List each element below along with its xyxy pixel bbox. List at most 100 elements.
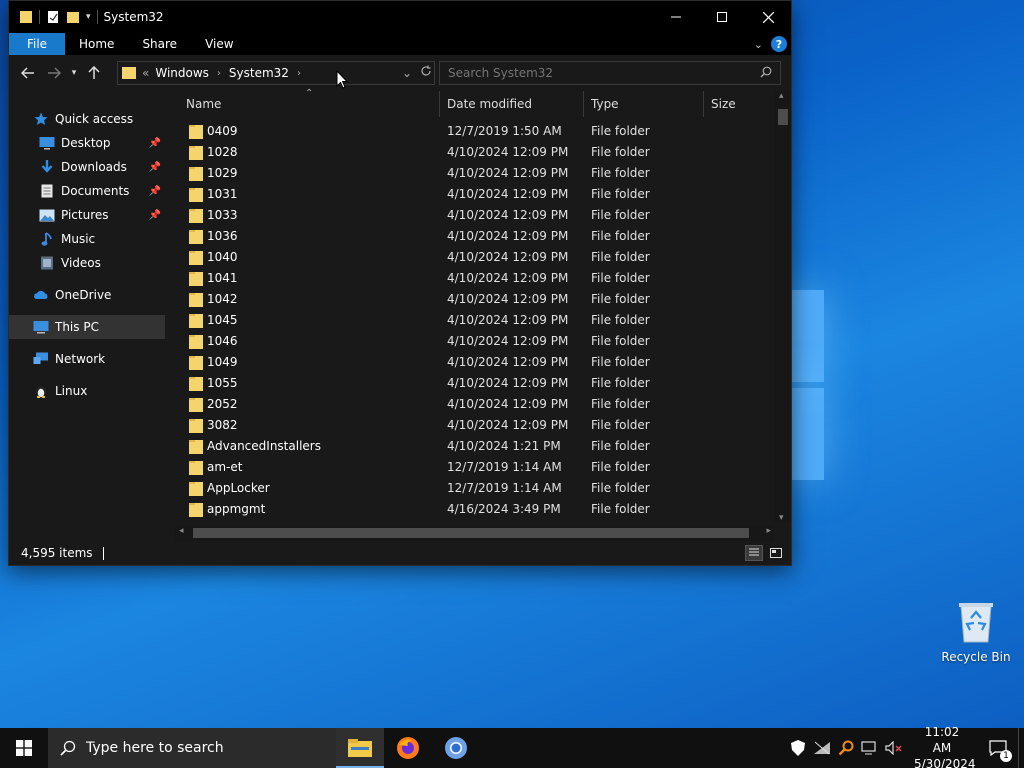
horizontal-scroll-thumb[interactable] bbox=[193, 528, 749, 538]
column-header-date[interactable]: Date modified bbox=[447, 97, 532, 111]
sidebar-item-desktop[interactable]: Desktop 📌 bbox=[9, 131, 165, 155]
search-box[interactable] bbox=[439, 61, 781, 85]
column-header-size[interactable]: Size bbox=[711, 97, 736, 111]
address-history-chevron-icon[interactable]: ⌄ bbox=[402, 66, 412, 80]
table-row[interactable]: 1040 4/10/2024 12:09 PM File folder bbox=[175, 247, 775, 268]
volume-tray-button[interactable] bbox=[882, 728, 906, 768]
table-row[interactable]: 3082 4/10/2024 12:09 PM File folder bbox=[175, 415, 775, 436]
column-header-name[interactable]: Name bbox=[186, 97, 221, 111]
address-bar[interactable]: « Windows › System32 › ⌄ bbox=[117, 61, 435, 85]
pin-icon[interactable]: 📌 bbox=[149, 138, 161, 149]
recent-locations-button[interactable]: ▾ bbox=[67, 60, 81, 86]
recycle-bin[interactable]: Recycle Bin bbox=[940, 600, 1012, 664]
table-row[interactable]: 0409 12/7/2019 1:50 AM File folder bbox=[175, 121, 775, 142]
chevron-right-icon[interactable]: › bbox=[217, 68, 221, 79]
large-icons-view-button[interactable] bbox=[767, 545, 785, 561]
chevron-right-icon[interactable]: › bbox=[297, 68, 301, 79]
start-button[interactable] bbox=[0, 728, 48, 768]
file-name: 1033 bbox=[207, 208, 238, 222]
new-folder-icon[interactable] bbox=[66, 10, 80, 24]
breadcrumb-windows[interactable]: Windows bbox=[155, 66, 209, 80]
sidebar-item-documents[interactable]: Documents 📌 bbox=[9, 179, 165, 203]
network-icon bbox=[33, 351, 49, 367]
minimize-button[interactable] bbox=[653, 1, 699, 33]
sidebar-item-this-pc[interactable]: This PC bbox=[9, 315, 165, 339]
close-button[interactable] bbox=[745, 1, 791, 33]
up-button[interactable] bbox=[81, 60, 107, 86]
pin-icon[interactable]: 📌 bbox=[149, 186, 161, 197]
quick-access-toolbar: ▾ bbox=[9, 10, 98, 24]
sidebar-item-quick-access[interactable]: Quick access bbox=[9, 107, 165, 131]
taskbar-chromium[interactable] bbox=[432, 728, 480, 768]
sidebar-item-downloads[interactable]: Downloads 📌 bbox=[9, 155, 165, 179]
vertical-scroll-thumb[interactable] bbox=[778, 109, 788, 125]
folder-icon bbox=[189, 272, 203, 286]
table-row[interactable]: AdvancedInstallers 4/10/2024 1:21 PM File … bbox=[175, 436, 775, 457]
action-center-button[interactable]: 1 bbox=[978, 728, 1018, 768]
table-row[interactable]: am-et 12/7/2019 1:14 AM File folder bbox=[175, 457, 775, 478]
table-row[interactable]: 2052 4/10/2024 12:09 PM File folder bbox=[175, 394, 775, 415]
refresh-icon[interactable] bbox=[420, 65, 432, 80]
scroll-down-icon[interactable]: ▾ bbox=[779, 513, 784, 523]
display-tray-button[interactable] bbox=[858, 728, 882, 768]
table-row[interactable]: 1046 4/10/2024 12:09 PM File folder bbox=[175, 331, 775, 352]
tab-file[interactable]: File bbox=[9, 33, 65, 55]
tab-view[interactable]: View bbox=[191, 37, 247, 51]
table-row[interactable]: 1045 4/10/2024 12:09 PM File folder bbox=[175, 310, 775, 331]
clock[interactable]: 11:02 AM 5/30/2024 bbox=[906, 724, 978, 768]
file-type: File folder bbox=[591, 334, 650, 348]
details-view-button[interactable] bbox=[745, 545, 763, 561]
large-icons-view-icon bbox=[770, 548, 782, 558]
taskbar-file-explorer[interactable] bbox=[336, 728, 384, 768]
sidebar-item-videos[interactable]: Videos bbox=[9, 251, 165, 275]
expand-ribbon-chevron-icon[interactable]: ⌄ bbox=[754, 38, 763, 51]
sidebar-item-pictures[interactable]: Pictures 📌 bbox=[9, 203, 165, 227]
sidebar-item-linux[interactable]: Linux bbox=[9, 379, 165, 403]
file-name: 1045 bbox=[207, 313, 238, 327]
table-row[interactable]: 1055 4/10/2024 12:09 PM File folder bbox=[175, 373, 775, 394]
tab-share[interactable]: Share bbox=[128, 37, 191, 51]
customize-toolbar-chevron-icon[interactable]: ▾ bbox=[86, 12, 91, 22]
properties-icon[interactable] bbox=[46, 10, 60, 24]
scroll-left-icon[interactable]: ◂ bbox=[179, 526, 184, 536]
table-row[interactable]: 1028 4/10/2024 12:09 PM File folder bbox=[175, 142, 775, 163]
table-row[interactable]: 1029 4/10/2024 12:09 PM File folder bbox=[175, 163, 775, 184]
table-row[interactable]: 1042 4/10/2024 12:09 PM File folder bbox=[175, 289, 775, 310]
sidebar-item-music[interactable]: Music bbox=[9, 227, 165, 251]
table-row[interactable]: AppLocker 12/7/2019 1:14 AM File folder bbox=[175, 478, 775, 499]
breadcrumb-system32[interactable]: System32 bbox=[229, 66, 289, 80]
file-date-modified: 4/10/2024 1:21 PM bbox=[447, 439, 561, 453]
table-row[interactable]: 1033 4/10/2024 12:09 PM File folder bbox=[175, 205, 775, 226]
sidebar-item-onedrive[interactable]: OneDrive bbox=[9, 283, 165, 307]
vertical-scrollbar[interactable]: ▴ ▾ bbox=[775, 91, 791, 523]
table-row[interactable]: 1049 4/10/2024 12:09 PM File folder bbox=[175, 352, 775, 373]
taskbar-firefox[interactable] bbox=[384, 728, 432, 768]
folder-icon bbox=[189, 293, 203, 307]
table-row[interactable]: 1041 4/10/2024 12:09 PM File folder bbox=[175, 268, 775, 289]
search-tray-button[interactable] bbox=[834, 728, 858, 768]
pin-icon[interactable]: 📌 bbox=[149, 210, 161, 221]
tab-home[interactable]: Home bbox=[65, 37, 128, 51]
forward-button[interactable] bbox=[41, 60, 67, 86]
horizontal-scrollbar[interactable]: ◂ ▸ bbox=[175, 525, 775, 541]
sidebar-item-network[interactable]: Network bbox=[9, 347, 165, 371]
back-button[interactable] bbox=[15, 60, 41, 86]
title-bar[interactable]: ▾ System32 bbox=[9, 1, 791, 33]
taskbar-search-box[interactable]: Type here to search bbox=[48, 728, 336, 768]
column-header-type[interactable]: Type bbox=[591, 97, 619, 111]
help-button[interactable]: ? bbox=[771, 36, 787, 52]
table-row[interactable]: appmgmt 4/16/2024 3:49 PM File folder bbox=[175, 499, 775, 520]
forward-arrow-icon bbox=[48, 67, 61, 79]
security-tray-button[interactable] bbox=[786, 728, 810, 768]
search-input[interactable] bbox=[448, 66, 748, 80]
table-row[interactable]: 1036 4/10/2024 12:09 PM File folder bbox=[175, 226, 775, 247]
scroll-up-icon[interactable]: ▴ bbox=[779, 91, 784, 101]
show-desktop-button[interactable] bbox=[1018, 728, 1024, 768]
maximize-icon bbox=[717, 12, 727, 22]
maximize-button[interactable] bbox=[699, 1, 745, 33]
table-row[interactable]: 1031 4/10/2024 12:09 PM File folder bbox=[175, 184, 775, 205]
pin-icon[interactable]: 📌 bbox=[149, 162, 161, 173]
address-overflow[interactable]: « bbox=[142, 66, 149, 80]
scroll-right-icon[interactable]: ▸ bbox=[766, 526, 771, 536]
network-status-button[interactable] bbox=[810, 728, 834, 768]
